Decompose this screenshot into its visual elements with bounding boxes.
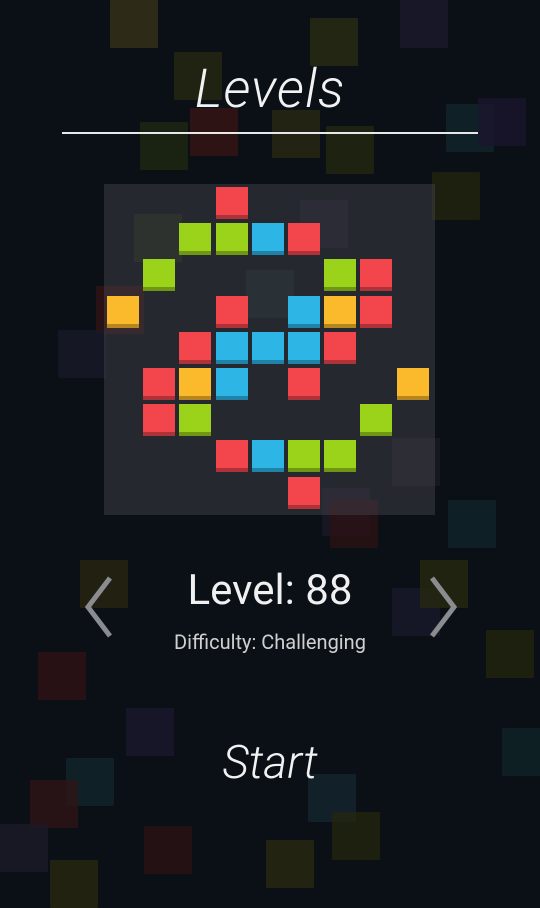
- title-divider: [62, 132, 478, 134]
- background-square: [448, 500, 496, 548]
- board-tile-blue: [215, 331, 248, 364]
- board-tile-red: [324, 331, 357, 364]
- start-button[interactable]: Start: [0, 736, 540, 790]
- board-tile-green: [360, 404, 393, 437]
- background-square: [332, 812, 380, 860]
- board-tile-red: [143, 404, 176, 437]
- board-tile-blue: [251, 223, 284, 256]
- board-tile-red: [288, 223, 320, 256]
- board-tile-green: [143, 259, 176, 292]
- difficulty-label: Difficulty: Challenging: [174, 630, 366, 654]
- background-square: [432, 172, 480, 220]
- board-tile-blue: [288, 295, 320, 328]
- board-tile-red: [215, 187, 248, 219]
- page-title: Levels: [194, 58, 346, 121]
- background-square: [140, 122, 188, 170]
- background-square: [110, 0, 158, 48]
- board-tile-green: [324, 259, 357, 292]
- background-square: [50, 860, 98, 908]
- background-square: [400, 0, 448, 48]
- board-tile-yellow: [179, 368, 212, 400]
- background-square: [266, 840, 314, 888]
- board-tile-red: [179, 331, 212, 364]
- board-tile-red: [215, 440, 248, 473]
- board-tile-red: [143, 368, 176, 400]
- board-tile-red: [288, 476, 320, 509]
- board-tile-yellow: [107, 295, 139, 328]
- background-square: [38, 652, 86, 700]
- level-number: Level: 88: [187, 566, 353, 615]
- board-tile-blue: [251, 331, 284, 364]
- board-tile-green: [324, 440, 357, 473]
- board-tile-blue: [251, 440, 284, 473]
- board-tile-green: [179, 404, 212, 437]
- board-tile-red: [360, 295, 393, 328]
- background-square: [58, 330, 106, 378]
- board-tile-red: [215, 295, 248, 328]
- board-tile-blue: [215, 368, 248, 400]
- board-tile-green: [215, 223, 248, 256]
- background-square: [0, 824, 48, 872]
- board-tile-red: [288, 368, 320, 400]
- board-tile-yellow: [396, 368, 429, 400]
- background-square: [144, 826, 192, 874]
- board-tile-green: [288, 440, 320, 473]
- board-tile-red: [360, 259, 393, 292]
- board-tile-yellow: [324, 295, 357, 328]
- level-preview-board: [104, 184, 435, 515]
- board-tile-green: [179, 223, 212, 256]
- board-tile-blue: [288, 331, 320, 364]
